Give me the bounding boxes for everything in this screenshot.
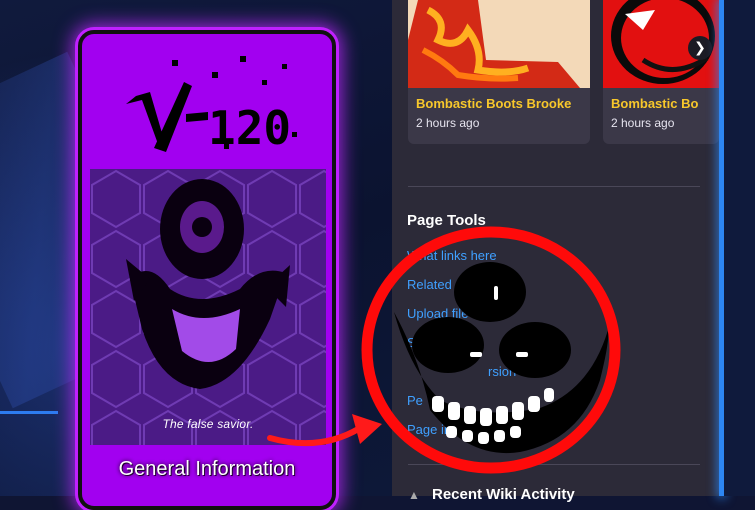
divider [408,464,700,465]
infobox: 120 The false savior. General Informatio… [78,30,336,510]
character-logo: 120 [126,56,297,155]
infobox-caption: The false savior. [162,417,254,431]
tool-link-special-pages[interactable]: Sp [407,335,423,350]
chevron-right-icon[interactable]: ❯ [688,36,712,60]
tool-link-upload-file[interactable]: Upload file [407,306,468,321]
tool-link-what-links-here[interactable]: What links here [407,248,497,263]
page-tools-heading: Page Tools [407,212,486,229]
page-background-right [724,0,755,496]
tool-link-permanent-link[interactable]: Pe [407,393,423,408]
recent-activity-heading: Recent Wiki Activity [432,486,575,503]
tool-link-page-information[interactable]: Page in [407,422,451,437]
character-portrait: The false savior. [90,169,326,445]
trending-card[interactable]: Bombastic Boots Brooke 2 hours ago [408,0,590,144]
tool-link-related[interactable]: Related c [407,277,462,292]
svg-text:120: 120 [208,101,291,155]
card-timestamp: 2 hours ago [416,116,480,130]
card-timestamp: 2 hours ago [611,116,675,130]
tool-link-printable-version[interactable]: rsion [488,364,516,379]
card-title[interactable]: Bombastic Boots Brooke [416,96,571,111]
card-title[interactable]: Bombastic Bo [611,96,698,111]
activity-icon: ▲ [408,488,420,502]
card-thumbnail [408,0,590,88]
section-title-general-information: General Information [118,458,296,480]
trending-card[interactable]: Bombastic Bo 2 hours ago [603,0,719,144]
left-accent-line [0,411,58,414]
divider [408,186,700,187]
